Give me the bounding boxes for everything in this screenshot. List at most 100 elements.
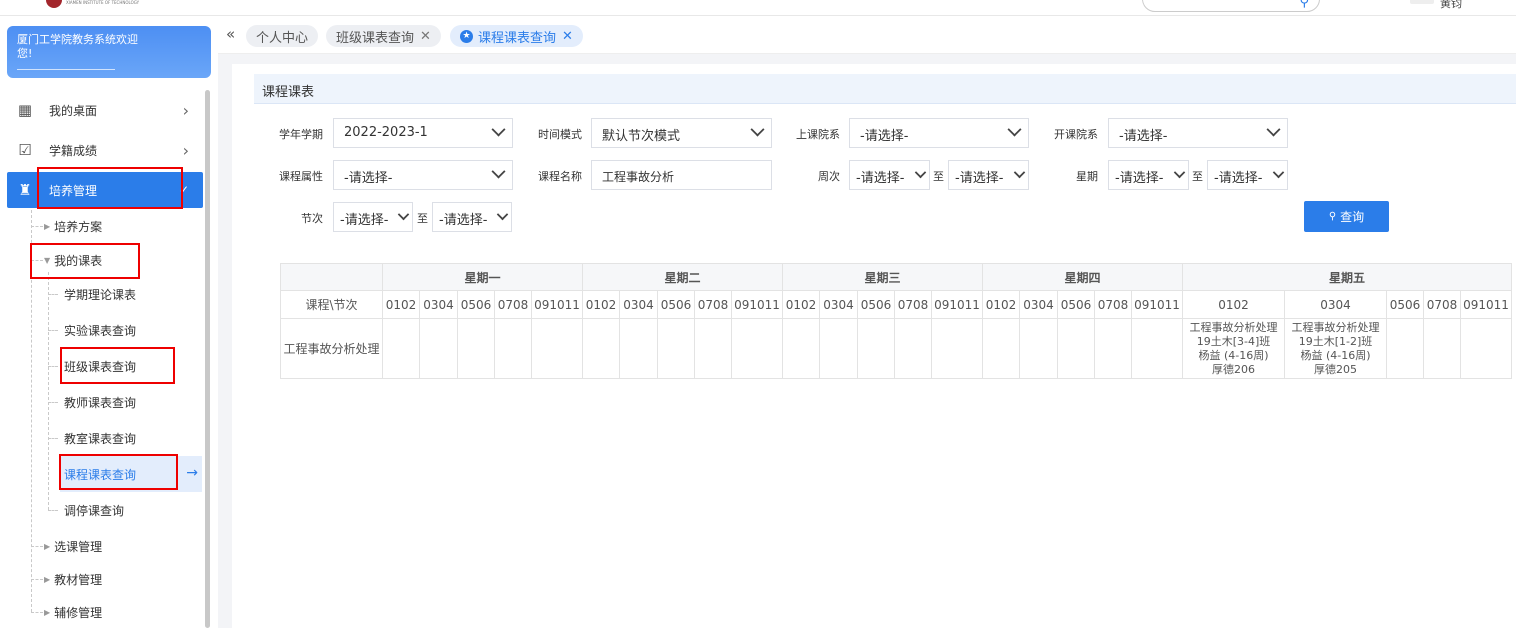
sidebar-item-label: 实验课表查询: [64, 323, 137, 338]
period-header: 0708: [894, 290, 932, 319]
school-logo: [46, 0, 62, 8]
period-header: 091011: [931, 290, 983, 319]
tree-line: [31, 546, 43, 547]
period-header: 0506: [457, 290, 495, 319]
sidebar-item-lab-schedule[interactable]: 实验课表查询: [64, 319, 136, 341]
schedule-cell: [931, 318, 983, 379]
day-to-select[interactable]: -请选择-: [1207, 160, 1288, 190]
sidebar-item-term-schedule[interactable]: 学期理论课表: [64, 283, 136, 305]
double-chevron-left-icon[interactable]: «: [226, 25, 235, 43]
day-from-value: -请选择-: [1115, 171, 1164, 186]
period-header: 0708: [1094, 290, 1132, 319]
chevron-right-icon: ›: [182, 100, 189, 120]
term-select[interactable]: 2022-2023-1: [333, 118, 513, 148]
sidebar-item-label: 培养方案: [54, 219, 103, 234]
schedule-cell: [582, 318, 620, 379]
schedule-cell: [1386, 318, 1424, 379]
sidebar-item-retake[interactable]: ▶ 辅修管理: [44, 601, 102, 623]
opendept-value: -请选择-: [1119, 129, 1168, 144]
period-header: 0708: [494, 290, 532, 319]
period-label: 节次: [301, 212, 323, 225]
highlight-box: [59, 454, 178, 490]
checkbox-icon: ☑: [18, 141, 32, 159]
sidebar-item-room-schedule[interactable]: 教室课表查询: [64, 427, 136, 449]
period-header: 0708: [1423, 290, 1461, 319]
chevron-down-icon: [1007, 122, 1022, 137]
search-icon: ⚲: [1299, 0, 1309, 10]
schedule-cell: [1057, 318, 1095, 379]
schedule-cell: [382, 318, 420, 379]
attr-label: 课程属性: [279, 170, 323, 183]
panel-title: 课程课表: [254, 74, 1516, 104]
sidebar: 厦门工学院教务系统欢迎您! ▦ 我的桌面 › ☑ 学籍成绩 › ♜ 培养管理 ✓…: [0, 16, 215, 628]
period-header: 0506: [857, 290, 895, 319]
day-header: 星期二: [582, 263, 783, 291]
chevron-down-icon: [914, 166, 927, 179]
course-row-name: 工程事故分析处理: [280, 318, 383, 379]
sidebar-scrollbar[interactable]: [205, 90, 210, 628]
period-to-select[interactable]: -请选择-: [432, 202, 512, 232]
sidebar-item-teacher-schedule[interactable]: 教师课表查询: [64, 391, 136, 413]
opendept-select[interactable]: -请选择-: [1108, 118, 1288, 148]
corner-label: 课程\节次: [280, 290, 383, 319]
day-to-value: -请选择-: [1214, 171, 1263, 186]
sidebar-item-label: 调停课查询: [64, 503, 125, 518]
tab-course-schedule[interactable]: ★ 课程课表查询 ✕: [450, 25, 583, 47]
schedule-cell-fri-0102[interactable]: 工程事故分析处理 19土木[3-4]班 杨益 (4-16周) 厚德206: [1182, 318, 1285, 379]
tree-line: [48, 438, 58, 439]
to-label: 至: [1192, 170, 1203, 183]
week-from-select[interactable]: -请选择-: [849, 160, 930, 190]
sidebar-item-adjust-schedule[interactable]: 调停课查询: [64, 499, 124, 521]
dept-select[interactable]: -请选择-: [849, 118, 1029, 148]
arrow-right-icon: →: [186, 465, 198, 481]
tree-line: [48, 510, 58, 511]
tree-line: [48, 330, 58, 331]
query-button[interactable]: ⚲ 查询: [1304, 201, 1389, 232]
close-icon[interactable]: ✕: [420, 29, 431, 44]
period-header: 0304: [419, 290, 458, 319]
schedule-cell: [657, 318, 695, 379]
sidebar-item-textbook[interactable]: ▶ 教材管理: [44, 568, 102, 590]
global-search-input[interactable]: ⚲: [1142, 0, 1320, 12]
sidebar-item-records[interactable]: ☑ 学籍成绩 ›: [7, 132, 203, 168]
attr-select[interactable]: -请选择-: [333, 160, 513, 190]
star-icon: ★: [460, 29, 473, 43]
sidebar-item-course-select[interactable]: ▶ 选课管理: [44, 535, 102, 557]
cell-room: 厚德205: [1314, 362, 1357, 376]
tree-line: [48, 272, 49, 510]
week-label: 周次: [818, 170, 840, 183]
course-name-input[interactable]: 工程事故分析: [591, 160, 772, 190]
day-from-select[interactable]: -请选择-: [1108, 160, 1189, 190]
welcome-text: 厦门工学院教务系统欢迎您!: [17, 33, 138, 60]
sidebar-item-plan[interactable]: ▶ 培养方案: [44, 215, 102, 237]
timemode-label: 时间模式: [538, 128, 582, 141]
caret-right-icon: ▶: [44, 607, 51, 617]
username[interactable]: 黄钧: [1440, 0, 1462, 11]
tab-personal-center[interactable]: 个人中心: [246, 25, 319, 47]
term-label: 学年学期: [279, 128, 323, 141]
period-header: 091011: [531, 290, 583, 319]
period-from-select[interactable]: -请选择-: [333, 202, 413, 232]
schedule-cell: [1019, 318, 1058, 379]
period-header: 0708: [694, 290, 732, 319]
sidebar-item-label: 学籍成绩: [49, 143, 98, 158]
chevron-down-icon: [1013, 166, 1026, 179]
search-icon: ⚲: [1328, 211, 1337, 222]
attr-value: -请选择-: [344, 171, 393, 186]
avatar[interactable]: [1410, 0, 1434, 4]
week-to-select[interactable]: -请选择-: [948, 160, 1029, 190]
chevron-down-icon: [397, 208, 410, 221]
close-icon[interactable]: ✕: [562, 29, 573, 44]
sidebar-item-desktop[interactable]: ▦ 我的桌面 ›: [7, 92, 203, 128]
cell-class: 19土木[1-2]班: [1298, 334, 1373, 348]
period-header: 0102: [982, 290, 1020, 319]
timemode-select[interactable]: 默认节次模式: [591, 118, 772, 148]
sidebar-item-label: 辅修管理: [54, 605, 103, 620]
cell-teacher: 杨益 (4-16周): [1300, 348, 1371, 362]
timemode-value: 默认节次模式: [602, 129, 681, 144]
schedule-cell: [731, 318, 783, 379]
tab-class-schedule[interactable]: 班级课表查询 ✕: [326, 25, 441, 47]
schedule-cell-fri-0304[interactable]: 工程事故分析处理 19土木[1-2]班 杨益 (4-16周) 厚德205: [1284, 318, 1387, 379]
sidebar-item-label: 选课管理: [54, 539, 103, 554]
period-to-value: -请选择-: [439, 213, 488, 228]
